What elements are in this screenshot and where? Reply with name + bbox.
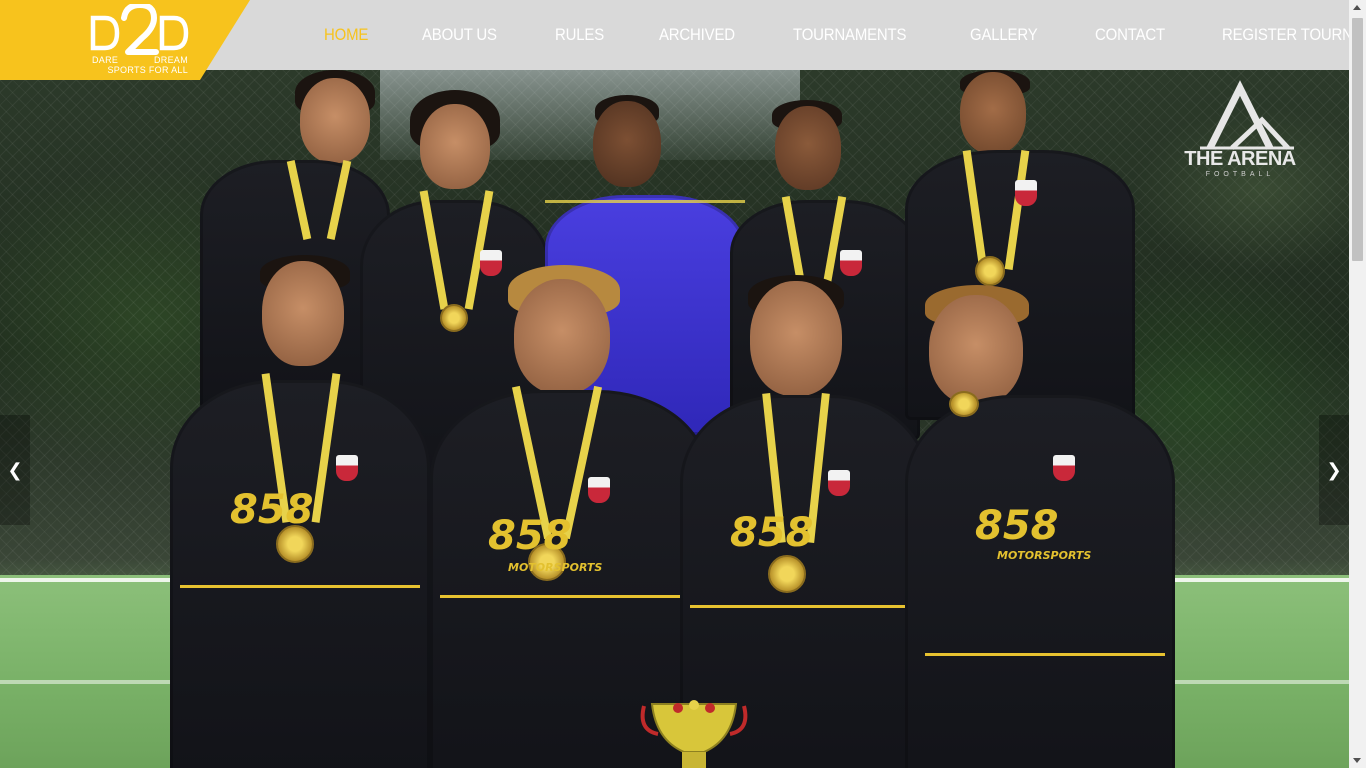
logo-text: DARE DREAM SPORTS FOR ALL	[90, 55, 190, 75]
chevron-right-icon: ❯	[1326, 459, 1342, 480]
nav-gallery[interactable]: GALLERY	[970, 25, 1038, 45]
arena-title: THE ARENA	[1184, 148, 1296, 170]
arena-subtitle: FOOTBALL	[1205, 171, 1275, 178]
slider-prev-button[interactable]: ❮	[0, 415, 30, 525]
nav-tournaments[interactable]: TOURNAMENTS	[793, 25, 907, 45]
nav-rules[interactable]: RULES	[555, 25, 604, 45]
scroll-up-arrow-icon[interactable]	[1353, 5, 1361, 10]
nav-about-us[interactable]: ABOUT US	[422, 25, 497, 45]
d2d-logo-mark	[90, 4, 189, 55]
logo-word-dream: DREAM	[153, 55, 188, 65]
jersey-sponsor-sub: MOTORSPORTS	[508, 561, 603, 574]
page: HOME ABOUT US RULES ARCHIVED TOURNAMENTS…	[0, 0, 1366, 768]
jersey-sponsor: 858	[488, 513, 572, 559]
hero-slider-image: THE ARENA FOOTBALL 858 858 MOTORSPORTS 8…	[0, 70, 1349, 768]
jersey-sponsor: 858	[230, 487, 314, 533]
scrollbar-thumb[interactable]	[1352, 18, 1363, 261]
logo-word-dare: DARE	[92, 55, 119, 65]
nav-register-tournament[interactable]: REGISTER TOURNAMENT	[1222, 25, 1366, 45]
page-scrollbar[interactable]	[1349, 0, 1366, 768]
trophy-icon	[640, 700, 748, 768]
jersey-sponsor: 858	[730, 510, 814, 556]
chevron-left-icon: ❮	[7, 459, 23, 480]
jersey-sponsor-sub: MOTORSPORTS	[997, 549, 1092, 562]
d2d-logo: DARE DREAM SPORTS FOR ALL	[90, 4, 190, 76]
nav-archived[interactable]: ARCHIVED	[659, 25, 735, 45]
main-nav: HOME ABOUT US RULES ARCHIVED TOURNAMENTS…	[300, 0, 1366, 70]
logo-tagline: SPORTS FOR ALL	[107, 65, 188, 75]
slider-next-button[interactable]: ❯	[1319, 415, 1349, 525]
jersey-sponsor: 858	[975, 503, 1059, 549]
scroll-down-arrow-icon[interactable]	[1353, 758, 1361, 763]
nav-contact[interactable]: CONTACT	[1095, 25, 1165, 45]
nav-home[interactable]: HOME	[324, 25, 368, 45]
